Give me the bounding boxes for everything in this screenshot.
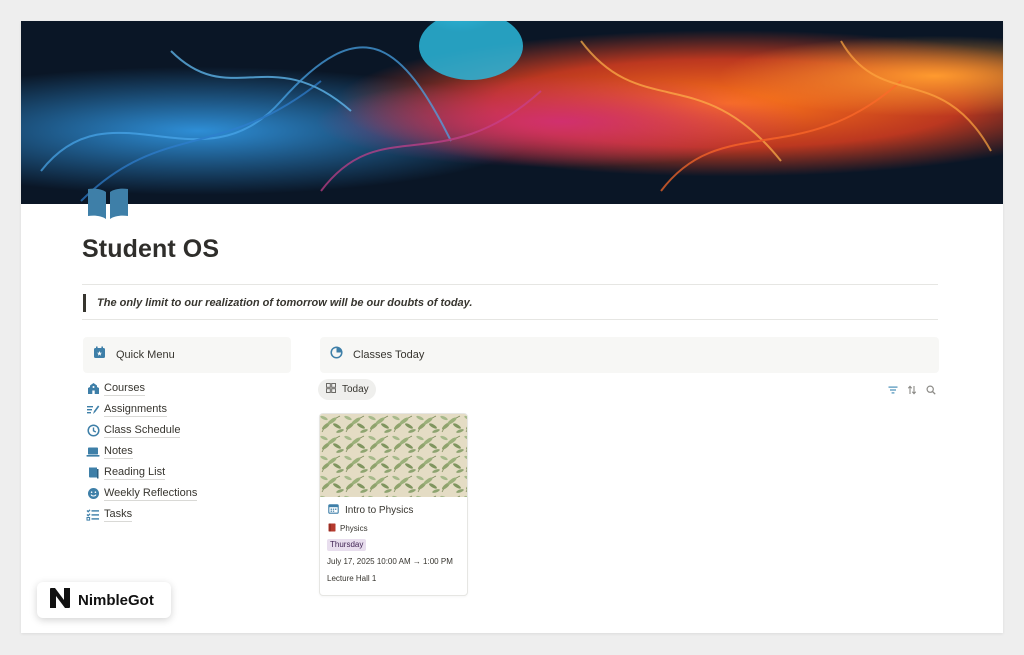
quick-menu-item-class-schedule[interactable]: Class Schedule [86, 420, 197, 441]
brand-logo [48, 586, 72, 615]
gallery-grid-icon [326, 383, 336, 396]
quick-menu-header: Quick Menu [83, 337, 291, 373]
calendar-icon [328, 503, 339, 517]
quick-menu-title: Quick Menu [116, 349, 175, 361]
card-course-label: Physics [340, 524, 368, 533]
quick-menu-item-assignments[interactable]: Assignments [86, 399, 197, 420]
cover-image[interactable] [21, 21, 1003, 204]
quick-menu-item-notes[interactable]: Notes [86, 441, 197, 462]
classes-today-title: Classes Today [353, 349, 425, 361]
list-pen-icon [86, 403, 100, 417]
divider [82, 319, 938, 320]
quick-menu-item-weekly-reflections[interactable]: Weekly Reflections [86, 483, 198, 504]
quick-menu-item-reading-list[interactable]: Reading List [86, 462, 197, 483]
red-book-icon [328, 523, 336, 534]
book-icon [86, 466, 100, 480]
quick-menu-item-label: Tasks [104, 507, 133, 522]
page-quote: The only limit to our realization of tom… [83, 294, 472, 312]
page-title: Student OS [82, 235, 220, 263]
quick-menu-item-label: Assignments [104, 402, 167, 417]
notion-page: Student OS The only limit to our realiza… [21, 21, 1003, 633]
open-book-icon[interactable] [85, 185, 131, 223]
database-toolbar [881, 383, 938, 397]
quick-menu-item-courses[interactable]: Courses [86, 378, 197, 399]
quick-menu-item-label: Reading List [104, 465, 166, 480]
search-icon[interactable] [924, 383, 938, 397]
quick-menu-item-tasks[interactable]: Tasks [86, 504, 197, 525]
sort-icon[interactable] [905, 383, 919, 397]
quick-menu-item-label: Notes [104, 444, 133, 459]
view-tab-label: Today [342, 384, 369, 395]
card-title: Intro to Physics [328, 503, 413, 517]
class-card[interactable]: Intro to Physics Physics Thursday July 1… [319, 413, 468, 596]
smiley-icon [86, 487, 100, 501]
brand-badge: NimbleGot [37, 582, 171, 618]
filter-icon[interactable] [886, 383, 900, 397]
quick-menu-item-label: Weekly Reflections [104, 486, 198, 501]
card-location: Lecture Hall 1 [327, 574, 377, 583]
card-course[interactable]: Physics [328, 523, 368, 534]
view-tab-today[interactable]: Today [318, 379, 376, 400]
classes-today-header: Classes Today [320, 337, 939, 373]
card-cover-image [320, 414, 467, 497]
divider [82, 284, 938, 285]
pie-chart-icon [330, 346, 343, 364]
clock-icon [86, 424, 100, 438]
brand-name: NimbleGot [78, 591, 154, 609]
quick-menu-item-label: Courses [104, 381, 145, 396]
laptop-icon [86, 445, 100, 459]
quick-menu-list: Courses Assignments Class Schedule Notes… [86, 378, 198, 525]
school-icon [86, 382, 100, 396]
calendar-star-icon [93, 346, 106, 364]
day-tag: Thursday [327, 539, 367, 551]
card-title-label: Intro to Physics [345, 504, 414, 516]
checklist-icon [86, 508, 100, 522]
card-datetime: July 17, 2025 10:00 AM → 1:00 PM [327, 557, 453, 566]
quick-menu-item-label: Class Schedule [104, 423, 181, 438]
